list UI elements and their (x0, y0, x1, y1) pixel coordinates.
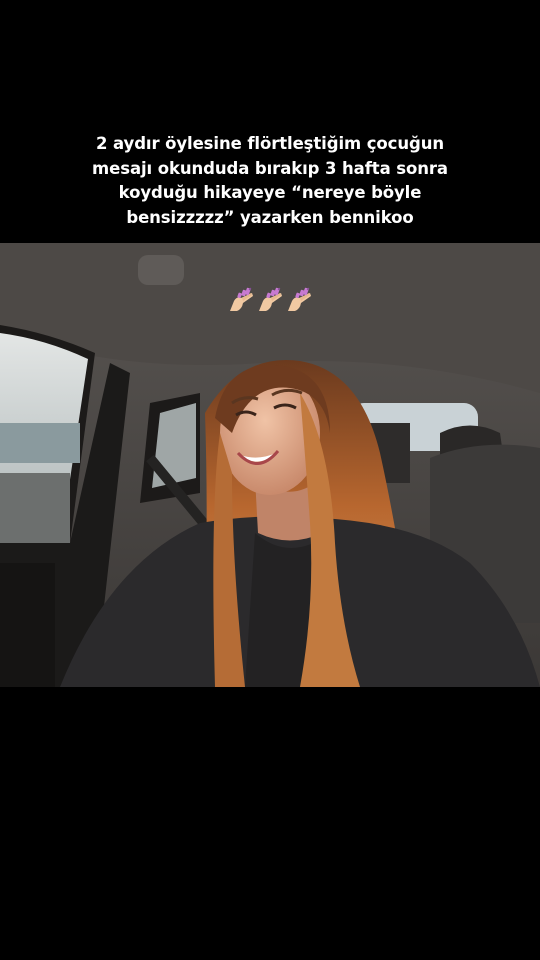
nail-polish-sticker (228, 287, 314, 315)
caption-line-3: koyduğu hikayeye “nereye böyle (118, 183, 422, 202)
nail-polish-icon (259, 287, 282, 311)
story-caption: 2 aydır öylesine flörtleştiğim çocuğun m… (0, 132, 540, 230)
caption-line-2: mesajı okunduda bırakıp 3 hafta sonra (92, 158, 448, 178)
caption-line-1: 2 aydır öylesine flörtleştiğim çocuğun (95, 134, 444, 153)
nail-polish-icon (288, 287, 311, 311)
nail-polish-icon (230, 287, 253, 311)
caption-line-4: bensizzzzz” yazarken bennikoo (126, 207, 414, 227)
